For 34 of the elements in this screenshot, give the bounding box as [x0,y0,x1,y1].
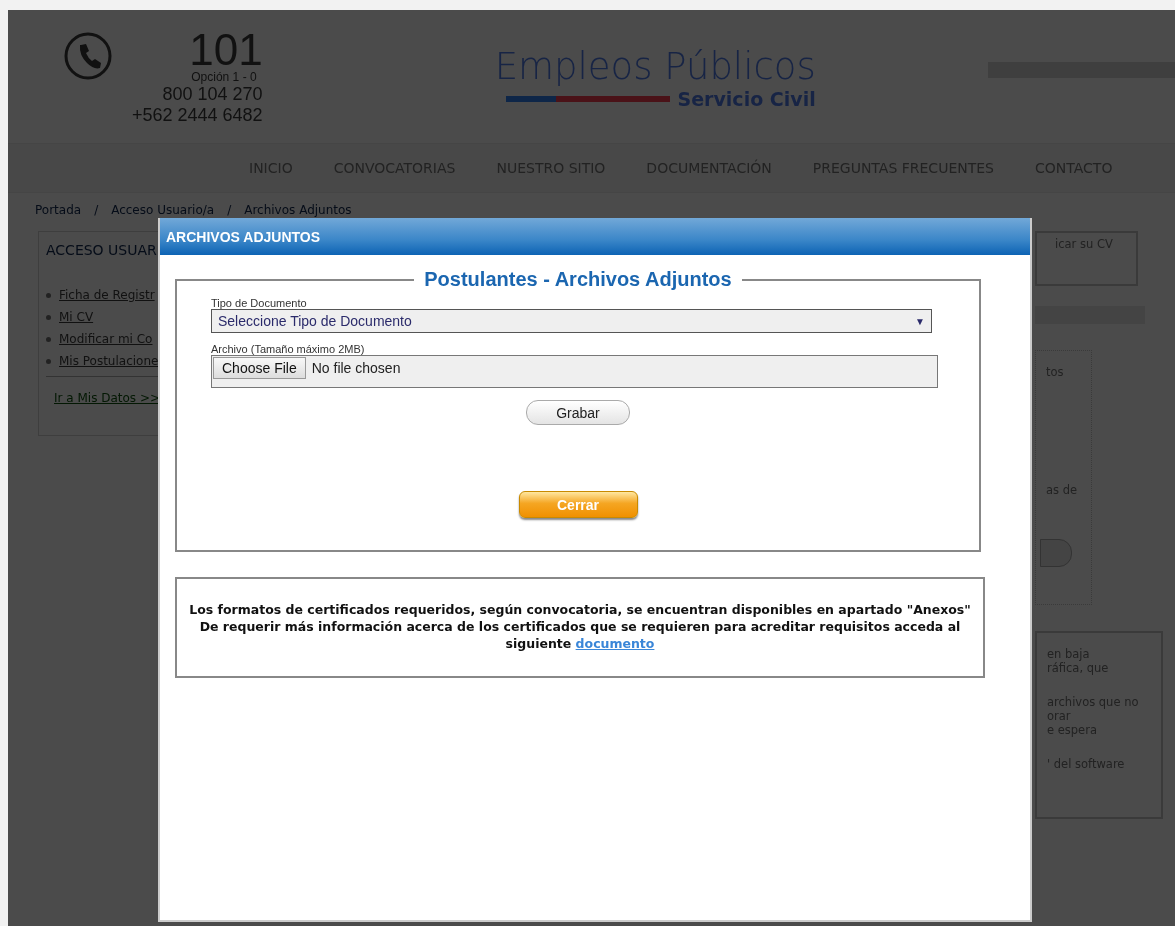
save-button[interactable]: Grabar [526,400,630,425]
phone-line: +562 2444 6482 [132,105,263,126]
sidebar-link[interactable]: Modificar mi Co [59,332,153,346]
file-input[interactable]: Choose File No file chosen [211,355,938,388]
info-text: De requerir más información acerca de los certificados que se requieren para acreditar requisitos acceda al siguiente documento [198,618,962,652]
bullet-icon [46,314,51,320]
breadcrumb-link[interactable]: Acceso Usuario/a [111,203,215,217]
document-link[interactable]: documento [575,636,655,651]
dropdown-caret-icon: ▼ [915,315,925,327]
phone-number: 101 [189,30,263,70]
close-button[interactable]: Cerrar [518,491,638,518]
sidebar-footer-link[interactable]: Ir a Mis Datos >> [54,391,161,405]
form-legend: Postulantes - Archivos Adjuntos [414,268,742,291]
sidebar-link[interactable]: Mi CV [59,310,94,324]
info-text: Los formatos de certificados requeridos, según convocatoria, se encuentran disponibles en apartado "Anexos" [188,601,972,618]
choose-file-button[interactable]: Choose File [213,357,306,379]
breadcrumb-separator: / [94,203,99,217]
side-button[interactable] [1040,539,1072,567]
bullet-icon [46,358,51,364]
field-label: Tipo de Documento [211,297,308,309]
breadcrumb-link[interactable]: Archivos Adjuntos [244,203,352,217]
phone-icon [64,32,112,80]
field-label: Archivo (Tamaño máximo 2MB) [211,343,366,355]
modal-title: ARCHIVOS ADJUNTOS [160,218,1030,255]
bullet-icon [46,292,51,298]
breadcrumb-separator: / [227,203,232,217]
sidebar-link[interactable]: Ficha de Registr [59,288,155,302]
document-type-select[interactable]: Seleccione Tipo de Documento ▼ [211,309,932,333]
breadcrumb-link[interactable]: Portada [35,203,82,217]
bullet-icon [46,336,51,342]
sidebar-title: ACCESO USUAR [46,242,158,258]
sidebar-link[interactable]: Mis Postulacione [59,354,159,368]
file-status: No file chosen [311,360,401,376]
phone-line: 800 104 270 [162,84,263,105]
